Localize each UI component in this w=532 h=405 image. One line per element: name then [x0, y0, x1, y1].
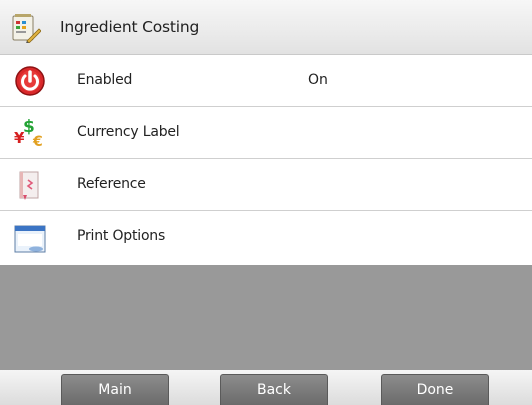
row-value: On [308, 72, 328, 88]
ingredient-costing-icon [12, 14, 41, 43]
done-button[interactable]: Done [381, 374, 489, 405]
power-icon [15, 66, 45, 96]
page-title: Ingredient Costing [60, 18, 200, 36]
main-button[interactable]: Main [61, 374, 169, 405]
screen: Ingredient Costing Enabled On ¥ $ € Curr… [0, 0, 532, 405]
svg-text:€: € [32, 134, 43, 149]
row-enabled[interactable]: Enabled On [0, 55, 532, 107]
empty-content-area [0, 265, 532, 370]
print-options-icon [14, 225, 46, 253]
title-bar: Ingredient Costing [0, 0, 532, 55]
row-label: Reference [77, 176, 146, 192]
row-print-options[interactable]: Print Options [0, 211, 532, 265]
currency-icon: ¥ $ € [14, 117, 43, 149]
row-currency-label[interactable]: ¥ $ € Currency Label [0, 107, 532, 159]
back-button[interactable]: Back [220, 374, 328, 405]
row-reference[interactable]: Reference [0, 159, 532, 211]
row-label: Enabled [77, 72, 133, 88]
reference-icon [19, 171, 39, 200]
row-label: Currency Label [77, 124, 180, 140]
row-label: Print Options [77, 228, 166, 244]
bottom-nav-bar: Main Back Done [0, 370, 532, 405]
